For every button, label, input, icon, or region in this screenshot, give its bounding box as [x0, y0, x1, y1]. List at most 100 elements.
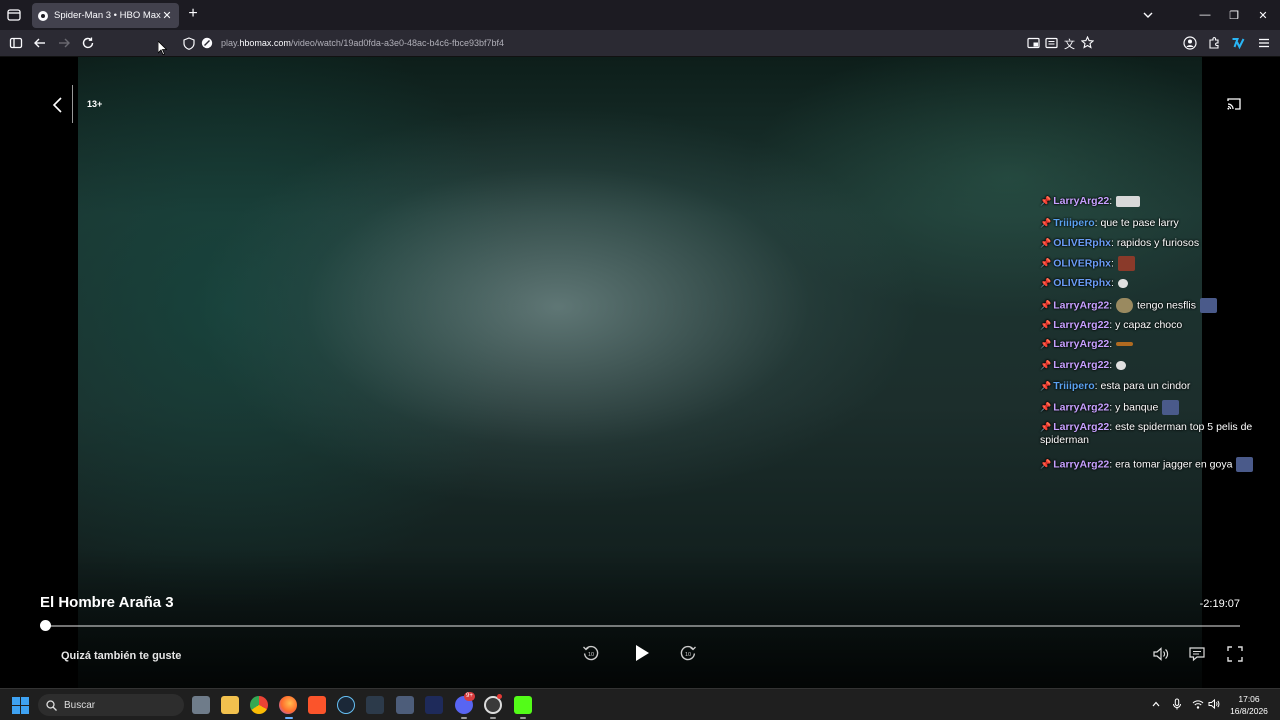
extensions-icon[interactable] [1206, 35, 1222, 51]
volume-icon[interactable] [1152, 645, 1170, 663]
microphone-icon[interactable] [1171, 698, 1183, 710]
windows-start-icon[interactable] [12, 697, 29, 714]
chat-message: 📌 LarryArg22: y capaz choco [1040, 319, 1183, 331]
chat-message: 📌 LarryArg22: [1040, 338, 1134, 351]
chat-text: que te pase larry [1100, 217, 1179, 229]
chat-message: 📌 LarryArg22: este spiderman top 5 pelis … [1040, 421, 1253, 446]
chat-username: LarryArg22 [1053, 458, 1110, 471]
reload-icon[interactable] [80, 35, 96, 51]
taskbar-clock[interactable]: 17:06 16/8/2026 [1226, 693, 1272, 717]
progress-bar[interactable] [45, 625, 1240, 627]
pin-icon: 📌 [1040, 320, 1052, 330]
progress-scrubber-handle[interactable] [40, 620, 51, 631]
pin-icon: 📌 [1040, 381, 1052, 391]
fullscreen-icon[interactable] [1226, 645, 1244, 663]
chat-username: OLIVERphx [1053, 257, 1111, 270]
pin-icon: 📌 [1040, 360, 1052, 370]
chat-username: LarryArg22 [1053, 359, 1110, 371]
pin-icon: 📌 [1040, 422, 1052, 432]
firefox-icon[interactable] [279, 696, 297, 714]
chat-message: 📌 OLIVERphx: rapidos y furiosos [1040, 237, 1200, 249]
chat-emote-icon [1117, 278, 1128, 288]
address-bar[interactable]: play.hbomax.com/video/watch/19ad0fda-a3e… [176, 32, 1106, 55]
video-player[interactable]: 13+ 📌 LarryArg22: 📌 Triiipero: que te pase… [0, 57, 1280, 688]
tab-list-icon[interactable] [6, 7, 22, 23]
chat-username: LarryArg22 [1053, 338, 1110, 350]
mail-icon[interactable] [396, 696, 414, 714]
chat-emote-icon [1236, 457, 1254, 472]
window-close-button[interactable]: ✕ [1246, 0, 1280, 30]
sidebar-toggle-icon[interactable] [8, 35, 24, 51]
chat-emote-icon [1116, 360, 1127, 370]
chat-username: LarryArg22 [1053, 195, 1110, 207]
svg-text:10: 10 [588, 652, 594, 658]
movie-title: El Hombre Araña 3 [40, 594, 174, 611]
chat-emote-icon [1162, 400, 1180, 415]
chat-text: rapidos y furiosos [1116, 237, 1200, 249]
kick-icon[interactable] [514, 696, 532, 714]
clock-date: 16/8/2026 [1230, 706, 1268, 716]
play-icon[interactable] [632, 643, 652, 663]
chevron-down-icon[interactable] [1140, 7, 1156, 23]
cast-icon[interactable] [1226, 97, 1242, 111]
pin-icon: 📌 [1040, 339, 1052, 349]
windows-taskbar: Buscar 9+ 17:06 16/8/2026 [0, 688, 1280, 720]
brave-icon[interactable] [308, 696, 326, 714]
chat-username: OLIVERphx [1053, 277, 1111, 289]
pin-icon: 📌 [1040, 196, 1052, 206]
speaker-icon[interactable] [1208, 698, 1220, 710]
pin-icon: 📌 [1040, 218, 1052, 228]
account-icon[interactable] [1182, 35, 1198, 51]
subtitles-icon[interactable] [1188, 645, 1206, 663]
site-permissions-icon[interactable] [201, 37, 213, 49]
obs-running-indicator [490, 717, 496, 719]
suggestions-link[interactable]: Quizá también te guste [61, 650, 181, 662]
file-explorer-icon[interactable] [221, 696, 239, 714]
menu-hamburger-icon[interactable] [1256, 35, 1272, 51]
chat-message: 📌 Triiipero: que te pase larry [1040, 217, 1179, 229]
tray-overflow-chevron-icon[interactable] [1150, 698, 1162, 710]
time-remaining: -2:19:07 [1199, 598, 1240, 610]
clock-time: 17:06 [1238, 694, 1260, 704]
extension-7tv-icon[interactable] [1230, 35, 1246, 51]
forward-10-icon[interactable]: 10 [679, 644, 697, 662]
controls-gradient [0, 548, 1280, 688]
steam-icon[interactable] [337, 696, 355, 714]
chat-message: 📌 LarryArg22: [1040, 195, 1141, 208]
chat-text: y capaz choco [1115, 319, 1183, 331]
wifi-icon[interactable] [1192, 698, 1204, 710]
chat-username: Triiipero [1053, 380, 1095, 392]
back-arrow-icon[interactable] [32, 35, 48, 51]
taskbar-search-box[interactable]: Buscar [38, 694, 184, 716]
firefox-running-indicator [285, 717, 293, 719]
task-view-icon[interactable] [192, 696, 210, 714]
new-tab-button[interactable]: + [185, 6, 201, 22]
translate-icon[interactable]: 文 [1064, 36, 1075, 52]
pin-icon: 📌 [1040, 300, 1052, 311]
rewind-10-icon[interactable]: 10 [582, 644, 600, 662]
tracking-shield-icon[interactable] [183, 37, 195, 50]
chat-username: LarryArg22 [1053, 401, 1110, 414]
bookmark-star-icon[interactable] [1081, 36, 1094, 49]
url-text[interactable]: play.hbomax.com/video/watch/19ad0fda-a3e… [221, 38, 504, 48]
hbo-favicon-icon [38, 10, 48, 21]
chat-emote-icon [1116, 342, 1134, 347]
reader-view-icon[interactable] [1045, 37, 1058, 49]
chat-text: tengo nesflis [1137, 299, 1196, 312]
chat-message: 📌 LarryArg22: y banque [1040, 400, 1180, 415]
browser-tab-active[interactable]: Spider-Man 3 • HBO Max ✕ [32, 3, 179, 28]
recording-dot-icon [497, 694, 502, 699]
chat-emote-icon [1199, 298, 1217, 313]
pin-icon: 📌 [1040, 278, 1052, 288]
forward-arrow-icon[interactable] [56, 35, 72, 51]
search-icon [46, 699, 57, 711]
picture-in-picture-icon[interactable] [1027, 37, 1040, 49]
chat-username: Triiipero [1053, 217, 1095, 229]
url-path: /video/watch/19ad0fda-a3e0-48ac-b4c6-fbc… [290, 38, 505, 48]
ship-app-icon[interactable] [366, 696, 384, 714]
chrome-icon[interactable] [250, 696, 268, 714]
player-back-button[interactable] [50, 95, 66, 115]
tab-close-icon[interactable]: ✕ [161, 10, 173, 22]
browser-tab-bar: Spider-Man 3 • HBO Max ✕ + — ❐ ✕ [0, 0, 1280, 30]
network-app-icon[interactable] [425, 696, 443, 714]
